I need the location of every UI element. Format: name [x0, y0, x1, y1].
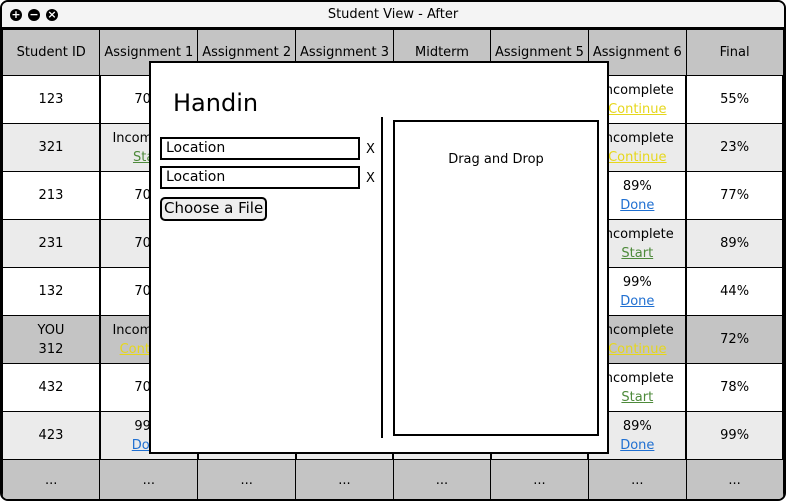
app-window: + − × Student View - After Student ID Ass… [0, 0, 786, 501]
more-rows-cell: ... [392, 459, 492, 499]
close-icon[interactable]: × [46, 9, 58, 21]
final-grade: 77% [720, 188, 750, 203]
final-grade: 99% [720, 428, 750, 443]
table-footer-row: ........................ [2, 459, 784, 499]
column-header: Student ID [2, 29, 101, 76]
final-grade: 55% [720, 92, 750, 107]
student-id: 312 [38, 341, 64, 357]
final-cell: 99% [685, 411, 784, 460]
dropzone-label: Drag and Drop [448, 152, 544, 167]
final-grade: 44% [720, 284, 750, 299]
more-rows-cell: ... [587, 459, 687, 499]
minimize-icon[interactable]: − [28, 9, 40, 21]
you-label: YOU [37, 322, 65, 338]
more-rows-cell: ... [685, 459, 784, 499]
student-id-cell: 231 [2, 219, 101, 268]
more-rows-cell: ... [490, 459, 589, 499]
final-cell: 44% [685, 267, 784, 316]
student-id-cell: 432 [2, 363, 101, 412]
final-cell: 77% [685, 171, 784, 220]
final-cell: 72% [685, 315, 784, 364]
student-id-cell: 123 [2, 75, 101, 124]
student-id: 432 [38, 380, 64, 395]
final-cell: 23% [685, 123, 784, 172]
handin-dialog: Handin Location X Location X Choose a Fi… [149, 61, 609, 454]
student-id: 423 [38, 428, 64, 443]
title-bar: + − × Student View - After [2, 2, 784, 29]
final-grade: 72% [720, 332, 750, 347]
student-id-cell: 321 [2, 123, 101, 172]
student-id: 321 [38, 140, 64, 155]
final-cell: 89% [685, 219, 784, 268]
student-id: 132 [38, 284, 64, 299]
final-grade: 78% [720, 380, 750, 395]
final-grade: 23% [720, 140, 750, 155]
student-id: 231 [38, 236, 64, 251]
student-id-cell: 423 [2, 411, 101, 460]
student-id-cell: 213 [2, 171, 101, 220]
column-header: Final [685, 29, 784, 76]
student-id: 213 [38, 188, 64, 203]
student-id: 123 [38, 92, 64, 107]
location-field-1[interactable]: Location [160, 137, 360, 160]
dialog-title: Handin [173, 89, 259, 117]
final-cell: 55% [685, 75, 784, 124]
remove-location-1-button[interactable]: X [366, 142, 375, 157]
more-rows-cell: ... [197, 459, 297, 499]
dialog-divider [381, 117, 383, 438]
maximize-icon[interactable]: + [10, 9, 22, 21]
more-rows-cell: ... [99, 459, 199, 499]
final-cell: 78% [685, 363, 784, 412]
final-grade: 89% [720, 236, 750, 251]
remove-location-2-button[interactable]: X [366, 171, 375, 186]
window-title: Student View - After [327, 7, 459, 22]
student-id-cell: 132 [2, 267, 101, 316]
more-rows-cell: ... [2, 459, 101, 499]
more-rows-cell: ... [295, 459, 394, 499]
student-id-cell: YOU 312 [2, 315, 101, 364]
choose-file-button[interactable]: Choose a File [160, 197, 268, 221]
drag-and-drop-zone[interactable]: Drag and Drop [393, 120, 599, 436]
location-field-2[interactable]: Location [160, 166, 360, 189]
